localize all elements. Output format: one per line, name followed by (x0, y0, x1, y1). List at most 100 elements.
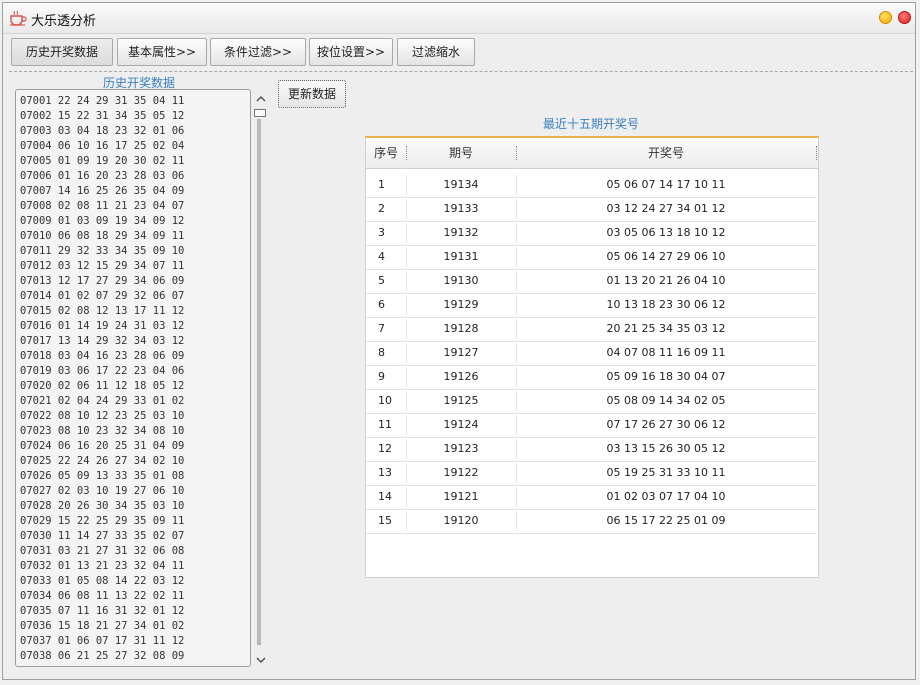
cell-divider (516, 295, 517, 315)
history-line: 07028 20 26 30 34 35 03 10 (20, 500, 185, 512)
history-line: 07009 01 03 09 19 34 09 12 (20, 215, 185, 227)
history-line: 07008 02 08 11 21 23 04 07 (20, 200, 185, 212)
history-scrollbar[interactable] (252, 91, 270, 669)
table-row[interactable]: 9 19126 05 09 16 18 30 04 07 (366, 365, 816, 390)
recent-draws-table: 序号 期号 开奖号 1 19134 05 06 07 14 17 10 11 2 191… (365, 136, 819, 578)
window-title: 大乐透分析 (31, 14, 97, 29)
history-line: 07015 02 08 12 13 17 11 12 (20, 305, 185, 317)
cell-divider (516, 319, 517, 339)
history-line: 07021 02 04 24 29 33 01 02 (20, 395, 185, 407)
chevron-up-icon[interactable] (255, 93, 267, 105)
cell-divider (516, 511, 517, 531)
history-line: 07005 01 09 19 20 30 02 11 (20, 155, 185, 167)
title-bar[interactable]: 大乐透分析 (3, 3, 915, 34)
table-row[interactable]: 6 19129 10 13 18 23 30 06 12 (366, 293, 816, 318)
history-line: 07017 13 14 29 32 34 03 12 (20, 335, 185, 347)
history-line: 07024 06 16 20 25 31 04 09 (20, 440, 185, 452)
cell-period: 19127 (443, 346, 479, 359)
table-row[interactable]: 8 19127 04 07 08 11 16 09 11 (366, 341, 816, 366)
tab-filter-shrink[interactable]: 过滤缩水 (397, 38, 475, 66)
table-row[interactable]: 14 19121 01 02 03 07 17 04 10 (366, 485, 816, 510)
history-line: 07001 22 24 29 31 35 04 11 (20, 95, 185, 107)
cell-period: 19121 (443, 490, 479, 503)
cell-divider (516, 199, 517, 219)
history-line: 07006 01 16 20 23 28 03 06 (20, 170, 185, 182)
update-data-button[interactable]: 更新数据 (278, 80, 346, 108)
table-row[interactable]: 2 19133 03 12 24 27 34 01 12 (366, 197, 816, 222)
cell-divider (406, 343, 407, 363)
table-header: 序号 期号 开奖号 (366, 138, 818, 169)
history-line: 07022 08 10 12 23 25 03 10 (20, 410, 185, 422)
table-row[interactable]: 1 19134 05 06 07 14 17 10 11 (366, 173, 816, 198)
cell-numbers: 05 06 14 27 29 06 10 (606, 250, 726, 263)
cell-period: 19126 (443, 370, 479, 383)
history-line: 07031 03 21 27 31 32 06 08 (20, 545, 185, 557)
cell-period: 19128 (443, 322, 479, 335)
cell-numbers: 04 07 08 11 16 09 11 (606, 346, 726, 359)
cell-period: 19124 (443, 418, 479, 431)
cell-divider (406, 415, 407, 435)
cell-numbers: 20 21 25 34 35 03 12 (606, 322, 726, 335)
cell-divider (516, 223, 517, 243)
table-row[interactable]: 5 19130 01 13 20 21 26 04 10 (366, 269, 816, 294)
table-row[interactable]: 7 19128 20 21 25 34 35 03 12 (366, 317, 816, 342)
cell-index: 12 (378, 442, 392, 455)
table-row[interactable]: 11 19124 07 17 26 27 30 06 12 (366, 413, 816, 438)
header-numbers[interactable]: 开奖号 (516, 138, 816, 168)
tab-position-settings[interactable]: 按位设置>> (309, 38, 393, 66)
history-line: 07039 12 14 20 21 27 10 11 (20, 664, 184, 666)
tab-basic-attributes[interactable]: 基本属性>> (117, 38, 207, 66)
history-line: 07019 03 06 17 22 23 04 06 (20, 365, 185, 377)
cell-period: 19131 (443, 250, 479, 263)
history-line: 07027 02 03 10 19 27 06 10 (20, 485, 185, 497)
cell-divider (516, 175, 517, 195)
cell-index: 1 (378, 178, 385, 191)
cell-index: 8 (378, 346, 385, 359)
table-row[interactable]: 13 19122 05 19 25 31 33 10 11 (366, 461, 816, 486)
cell-index: 13 (378, 466, 392, 479)
history-line: 07037 01 06 07 17 31 11 12 (20, 635, 185, 647)
cell-divider (406, 391, 407, 411)
table-row[interactable]: 4 19131 05 06 14 27 29 06 10 (366, 245, 816, 270)
history-line: 07014 01 02 07 29 32 06 07 (20, 290, 185, 302)
history-line: 07013 12 17 27 29 34 06 09 (20, 275, 185, 287)
history-textarea[interactable]: 07001 22 24 29 31 35 04 11 07002 15 22 31… (15, 89, 251, 667)
cell-divider (516, 463, 517, 483)
history-line: 07023 08 10 23 32 34 08 10 (20, 425, 185, 437)
close-button[interactable] (898, 11, 911, 24)
chevron-down-icon[interactable] (255, 654, 267, 666)
history-line: 07038 06 21 25 27 32 08 09 (20, 650, 185, 662)
scroll-track[interactable] (257, 119, 261, 645)
tab-history-data[interactable]: 历史开奖数据 (11, 38, 113, 66)
cell-index: 14 (378, 490, 392, 503)
cell-period: 19122 (443, 466, 479, 479)
cell-index: 3 (378, 226, 385, 239)
table-row[interactable]: 3 19132 03 05 06 13 18 10 12 (366, 221, 816, 246)
cell-divider (516, 247, 517, 267)
table-row[interactable]: 12 19123 03 13 15 26 30 05 12 (366, 437, 816, 462)
header-index[interactable]: 序号 (366, 138, 406, 168)
cell-divider (516, 343, 517, 363)
cell-index: 10 (378, 394, 392, 407)
history-line: 07020 02 06 11 12 18 05 12 (20, 380, 185, 392)
tab-condition-filter[interactable]: 条件过滤>> (210, 38, 306, 66)
history-line: 07003 03 04 18 23 32 01 06 (20, 125, 185, 137)
table-row[interactable]: 15 19120 06 15 17 22 25 01 09 (366, 509, 816, 534)
cell-period: 19130 (443, 274, 479, 287)
history-line: 07016 01 14 19 24 31 03 12 (20, 320, 185, 332)
scroll-thumb[interactable] (254, 109, 266, 117)
cell-numbers: 01 02 03 07 17 04 10 (606, 490, 726, 503)
table-row[interactable]: 10 19125 05 08 09 14 34 02 05 (366, 389, 816, 414)
cell-numbers: 05 19 25 31 33 10 11 (606, 466, 726, 479)
cell-divider (406, 247, 407, 267)
cell-divider (406, 175, 407, 195)
cell-index: 2 (378, 202, 385, 215)
history-line: 07026 05 09 13 33 35 01 08 (20, 470, 185, 482)
recent-title: 最近十五期开奖号 (543, 117, 640, 131)
header-period[interactable]: 期号 (406, 138, 516, 168)
cell-period: 19125 (443, 394, 479, 407)
cell-divider (406, 439, 407, 459)
minimize-button[interactable] (879, 11, 892, 24)
cell-numbers: 05 06 07 14 17 10 11 (606, 178, 726, 191)
cell-divider (516, 439, 517, 459)
